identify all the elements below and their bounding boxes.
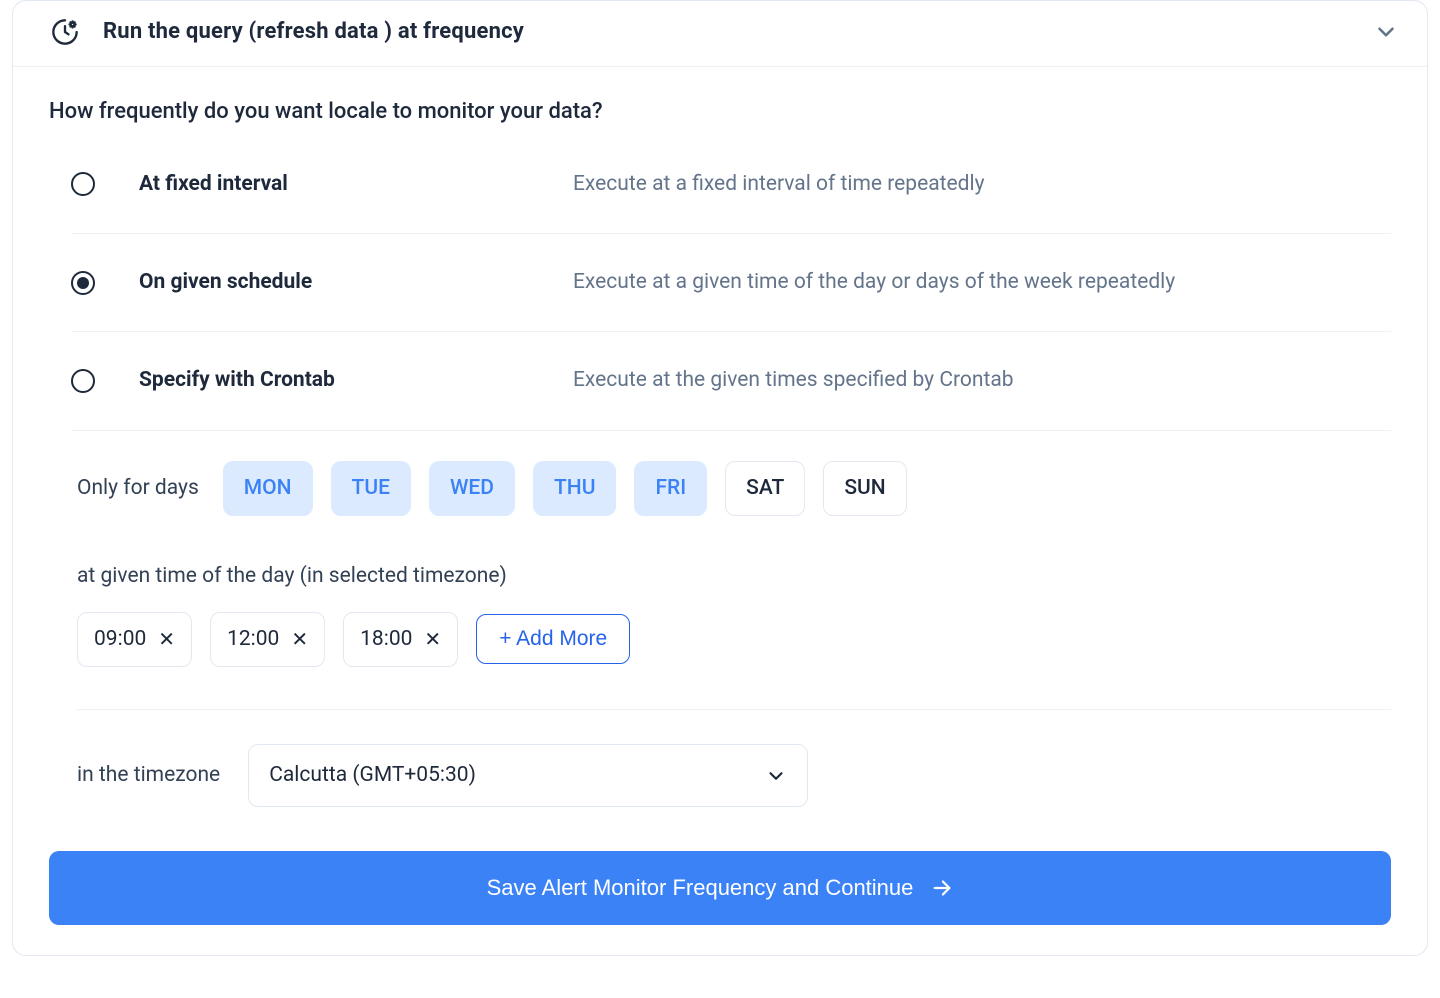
radio-label: Specify with Crontab: [139, 366, 529, 395]
close-icon[interactable]: ✕: [158, 629, 175, 649]
chevron-down-icon[interactable]: [1373, 19, 1399, 45]
divider: [77, 709, 1391, 710]
section-title: Run the query (refresh data ) at frequen…: [103, 17, 524, 48]
radio-desc: Execute at a fixed interval of time repe…: [573, 170, 985, 199]
time-value: 12:00: [227, 625, 279, 654]
radio-label: At fixed interval: [139, 170, 529, 199]
frequency-question: How frequently do you want locale to mon…: [49, 97, 1391, 128]
frequency-radio-list: At fixed interval Execute at a fixed int…: [71, 154, 1391, 431]
day-fri[interactable]: FRI: [634, 461, 707, 516]
time-chip[interactable]: 18:00 ✕: [343, 612, 458, 667]
timezone-value: Calcutta (GMT+05:30): [269, 761, 476, 790]
section-header[interactable]: Run the query (refresh data ) at frequen…: [13, 1, 1427, 67]
timezone-row: in the timezone Calcutta (GMT+05:30): [77, 744, 1391, 807]
times-row: 09:00 ✕ 12:00 ✕ 18:00 ✕ + Add More: [77, 612, 1391, 667]
time-chip[interactable]: 09:00 ✕: [77, 612, 192, 667]
day-sat[interactable]: SAT: [725, 461, 805, 516]
radio-option-schedule[interactable]: On given schedule Execute at a given tim…: [71, 234, 1391, 332]
time-value: 09:00: [94, 625, 146, 654]
frequency-card: Run the query (refresh data ) at frequen…: [12, 0, 1428, 956]
days-row: Only for days MON TUE WED THU FRI SAT SU…: [77, 461, 1391, 516]
day-thu[interactable]: THU: [533, 461, 616, 516]
clock-gear-icon: [51, 18, 79, 46]
time-value: 18:00: [360, 625, 412, 654]
timezone-label: in the timezone: [77, 761, 220, 790]
radio-icon: [71, 369, 95, 393]
arrow-right-icon: [931, 877, 953, 899]
chevron-down-icon: [765, 765, 787, 787]
days-label: Only for days: [77, 474, 199, 503]
radio-label: On given schedule: [139, 268, 529, 297]
cta-label: Save Alert Monitor Frequency and Continu…: [487, 875, 914, 901]
radio-option-fixed[interactable]: At fixed interval Execute at a fixed int…: [71, 154, 1391, 234]
radio-desc: Execute at the given times specified by …: [573, 366, 1014, 395]
radio-icon: [71, 271, 95, 295]
radio-option-crontab[interactable]: Specify with Crontab Execute at the give…: [71, 332, 1391, 430]
add-time-button[interactable]: + Add More: [476, 614, 630, 664]
day-tue[interactable]: TUE: [331, 461, 411, 516]
save-frequency-button[interactable]: Save Alert Monitor Frequency and Continu…: [49, 851, 1391, 925]
close-icon[interactable]: ✕: [424, 629, 441, 649]
schedule-details: Only for days MON TUE WED THU FRI SAT SU…: [77, 461, 1391, 808]
day-mon[interactable]: MON: [223, 461, 313, 516]
times-label: at given time of the day (in selected ti…: [77, 562, 1391, 591]
day-sun[interactable]: SUN: [823, 461, 906, 516]
day-wed[interactable]: WED: [429, 461, 515, 516]
radio-icon: [71, 172, 95, 196]
section-body: How frequently do you want locale to mon…: [13, 67, 1427, 956]
radio-desc: Execute at a given time of the day or da…: [573, 268, 1175, 297]
time-chip[interactable]: 12:00 ✕: [210, 612, 325, 667]
close-icon[interactable]: ✕: [291, 629, 308, 649]
timezone-select[interactable]: Calcutta (GMT+05:30): [248, 744, 808, 807]
